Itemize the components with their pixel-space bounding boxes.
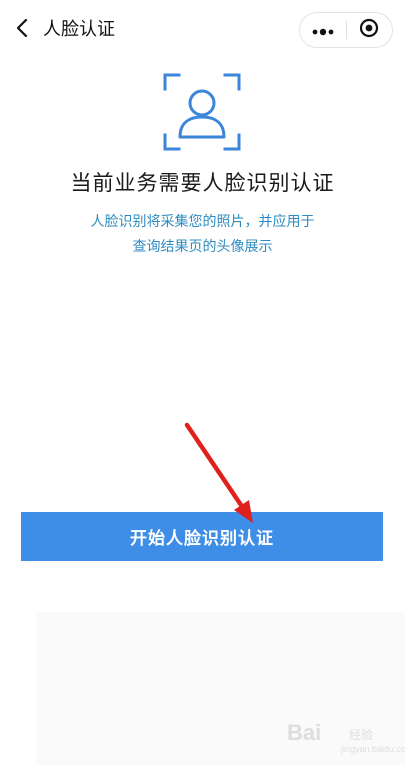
start-face-recognition-button[interactable]: 开始人脸识别认证 xyxy=(21,512,383,561)
back-button[interactable] xyxy=(10,14,34,46)
page-title: 人脸认证 xyxy=(43,19,115,40)
capsule-menu xyxy=(299,12,393,48)
description: 人脸识别将采集您的照片，并应用于 查询结果页的头像展示 xyxy=(0,210,405,260)
face-scan-icon xyxy=(162,72,242,152)
face-auth-page: 人脸认证 当前业务需要人脸识别认证 人脸识别将采集您的照片，并应用于 查询结果页… xyxy=(0,0,405,765)
baidu-watermark: Bai 经验 jingyan.baidu.com xyxy=(287,712,405,758)
close-miniprogram-button[interactable] xyxy=(346,13,392,47)
main-heading: 当前业务需要人脸识别认证 xyxy=(70,171,335,195)
watermark-sub: 经验 xyxy=(349,728,374,742)
description-line-1: 人脸识别将采集您的照片，并应用于 xyxy=(90,214,315,230)
description-line-2: 查询结果页的头像展示 xyxy=(132,239,273,255)
watermark-main: Bai xyxy=(287,720,322,745)
chevron-left-icon xyxy=(15,17,29,43)
target-circle-icon xyxy=(358,17,380,43)
more-dots-icon xyxy=(311,21,335,40)
nav-header: 人脸认证 xyxy=(0,0,405,60)
watermark-url: jingyan.baidu.com xyxy=(341,744,405,754)
more-button[interactable] xyxy=(300,13,346,47)
